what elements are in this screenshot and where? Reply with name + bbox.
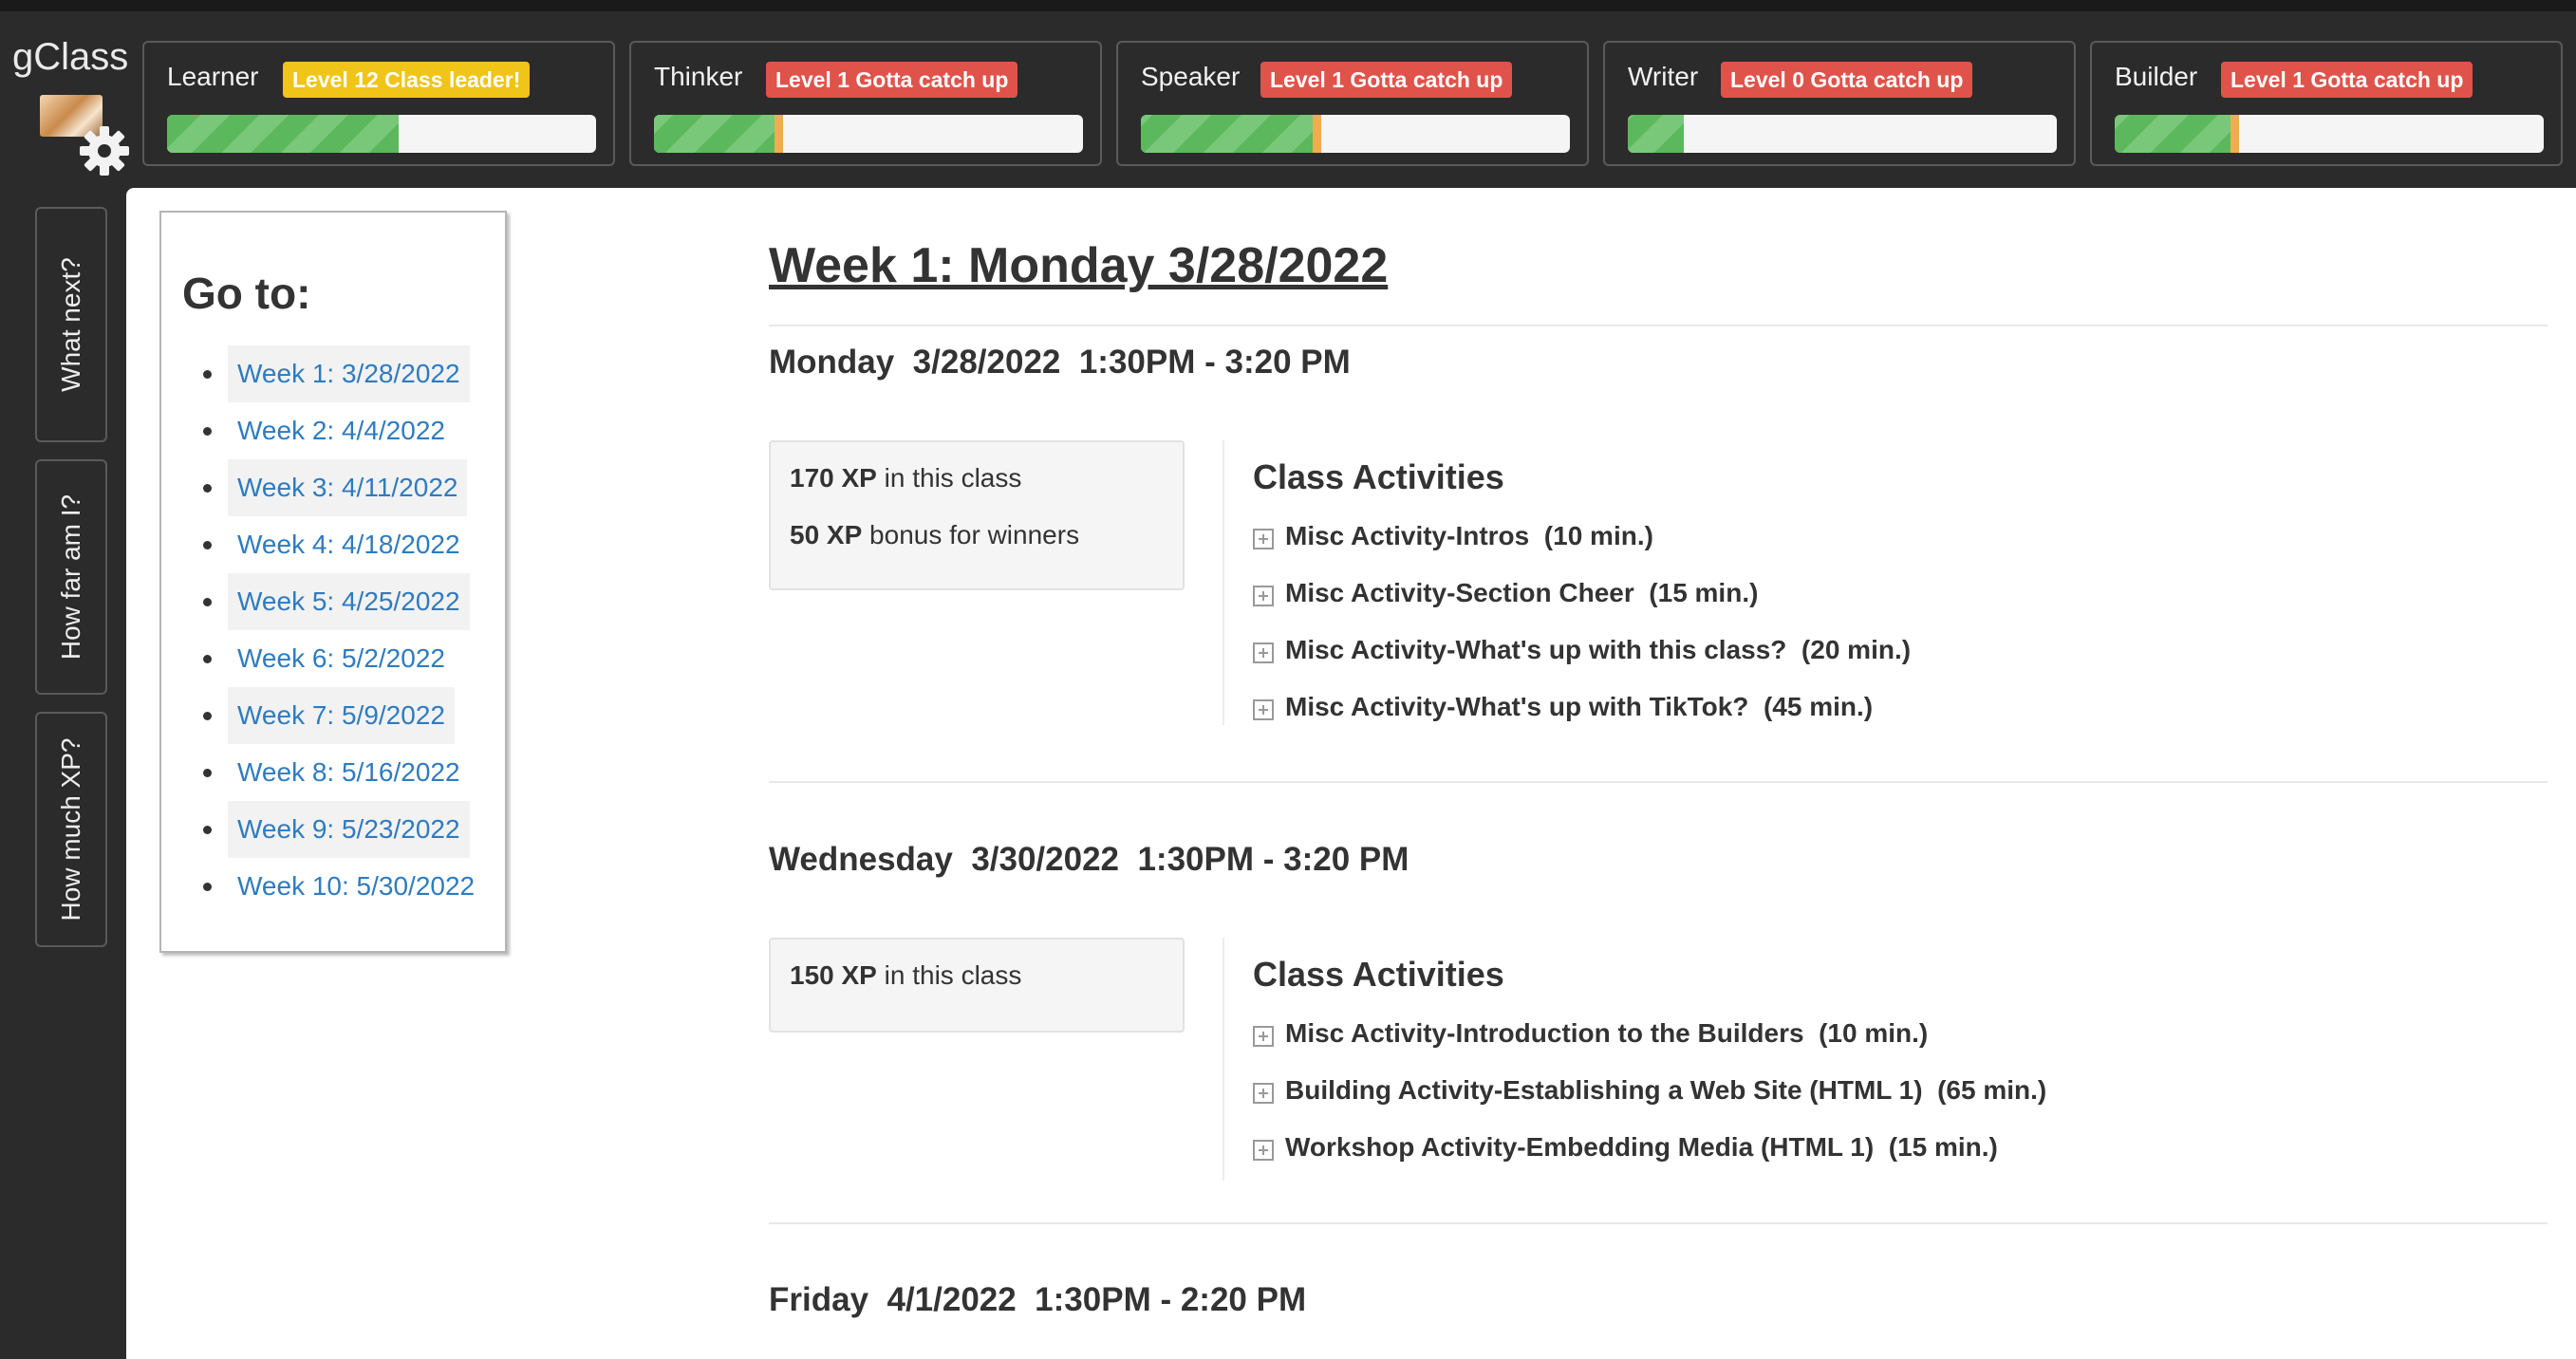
skill-name: Thinker — [654, 62, 743, 91]
xp-line: 170 XP in this class — [790, 463, 1021, 493]
xp-line: 150 XP in this class — [790, 960, 1021, 991]
goto-panel: Go to: Week 1: 3/28/2022 Week 2: 4/4/202… — [159, 211, 507, 953]
skill-name: Learner — [167, 62, 259, 91]
divider — [1223, 440, 1224, 725]
level-badge: Level 1 Gotta catch up — [1260, 62, 1513, 98]
list-item: Week 5: 4/25/2022 — [161, 573, 509, 630]
tab-how-much-xp[interactable]: How much XP? — [35, 712, 107, 947]
progress-bar — [1141, 115, 1570, 153]
list-item: Week 1: 3/28/2022 — [161, 345, 509, 402]
progress-fill — [654, 115, 783, 153]
xp-line: 50 XP bonus for winners — [790, 520, 1079, 550]
skill-card-builder[interactable]: Builder Level 1 Gotta catch up — [2090, 41, 2563, 166]
activities-title: Class Activities — [1253, 955, 1504, 994]
list-item: Week 6: 5/2/2022 — [161, 630, 509, 687]
progress-marker — [2231, 115, 2240, 153]
level-badge: Level 12 Class leader! — [283, 62, 531, 98]
week-link[interactable]: Week 9: 5/23/2022 — [228, 801, 470, 858]
activity-label: Workshop Activity-Embedding Media (HTML … — [1285, 1132, 1998, 1162]
activity-label: Misc Activity-Introduction to the Builde… — [1285, 1018, 1929, 1048]
tab-how-far[interactable]: How far am I? — [35, 459, 107, 695]
progress-fill — [167, 115, 400, 153]
week-link[interactable]: Week 10: 5/30/2022 — [228, 858, 484, 915]
divider — [769, 1222, 2548, 1224]
skill-card-thinker[interactable]: Thinker Level 1 Gotta catch up — [629, 41, 1102, 166]
tab-label: What next? — [56, 257, 85, 392]
xp-amount: 170 XP — [790, 463, 877, 493]
divider — [769, 781, 2548, 783]
list-item: Week 2: 4/4/2022 — [161, 402, 509, 459]
day-heading: Wednesday 3/30/2022 1:30PM - 3:20 PM — [769, 841, 1409, 878]
day-heading: Monday 3/28/2022 1:30PM - 3:20 PM — [769, 344, 1351, 381]
skill-name: Builder — [2115, 62, 2198, 91]
week-link[interactable]: Week 5: 4/25/2022 — [228, 573, 470, 630]
progress-fill — [1628, 115, 1684, 153]
skill-card-learner[interactable]: Learner Level 12 Class leader! — [142, 41, 615, 166]
list-item: Week 10: 5/30/2022 — [161, 858, 509, 915]
week-link[interactable]: Week 1: 3/28/2022 — [228, 345, 470, 402]
activities-title: Class Activities — [1253, 457, 1504, 496]
expand-icon[interactable] — [1253, 1026, 1274, 1047]
progress-marker — [1312, 115, 1321, 153]
activity-label: Misc Activity-Intros (10 min.) — [1285, 521, 1653, 550]
gear-icon[interactable] — [78, 124, 131, 177]
xp-desc: in this class — [876, 960, 1022, 990]
expand-icon[interactable] — [1253, 529, 1274, 549]
tab-label: How much XP? — [56, 737, 85, 922]
divider — [1223, 938, 1224, 1181]
week-link[interactable]: Week 2: 4/4/2022 — [228, 402, 455, 459]
activity-label: Misc Activity-What's up with this class?… — [1285, 635, 1912, 664]
activity-label: Misc Activity-What's up with TikTok? (45… — [1285, 692, 1874, 721]
app-title: gClass — [12, 36, 129, 78]
xp-amount: 50 XP — [790, 520, 863, 549]
xp-desc: bonus for winners — [862, 520, 1080, 549]
progress-marker — [774, 115, 783, 153]
goto-title: Go to: — [182, 269, 311, 318]
activity-label: Building Activity-Establishing a Web Sit… — [1285, 1075, 2047, 1105]
expand-icon[interactable] — [1253, 1140, 1274, 1161]
skill-name: Speaker — [1141, 62, 1241, 91]
day-heading: Friday 4/1/2022 1:30PM - 2:20 PM — [769, 1281, 1307, 1318]
xp-box: 170 XP in this class 50 XP bonus for win… — [769, 440, 1185, 590]
week-links: Week 1: 3/28/2022 Week 2: 4/4/2022 Week … — [161, 345, 509, 915]
tab-what-next[interactable]: What next? — [35, 207, 107, 442]
skill-card-speaker[interactable]: Speaker Level 1 Gotta catch up — [1116, 41, 1589, 166]
progress-fill — [1141, 115, 1321, 153]
xp-amount: 150 XP — [790, 960, 877, 990]
list-item: Week 4: 4/18/2022 — [161, 516, 509, 573]
week-link[interactable]: Week 7: 5/9/2022 — [228, 687, 455, 744]
level-badge: Level 1 Gotta catch up — [766, 62, 1018, 98]
week-link[interactable]: Week 8: 5/16/2022 — [228, 744, 470, 801]
week-link[interactable]: Week 6: 5/2/2022 — [228, 630, 455, 687]
expand-icon[interactable] — [1253, 642, 1274, 663]
page-title: Week 1: Monday 3/28/2022 — [769, 238, 1389, 293]
week-link[interactable]: Week 3: 4/11/2022 — [228, 459, 468, 516]
skill-name: Writer — [1628, 62, 1699, 91]
level-badge: Level 1 Gotta catch up — [2221, 62, 2473, 98]
week-link[interactable]: Week 4: 4/18/2022 — [228, 516, 470, 573]
skill-card-writer[interactable]: Writer Level 0 Gotta catch up — [1603, 41, 2076, 166]
divider — [769, 325, 2548, 326]
progress-bar — [2115, 115, 2544, 153]
progress-fill — [2115, 115, 2240, 153]
expand-icon[interactable] — [1253, 586, 1274, 606]
list-item: Week 8: 5/16/2022 — [161, 744, 509, 801]
list-item: Week 3: 4/11/2022 — [161, 459, 509, 516]
progress-bar — [167, 115, 596, 153]
progress-bar — [1628, 115, 2057, 153]
level-badge: Level 0 Gotta catch up — [1721, 62, 1973, 98]
tab-label: How far am I? — [56, 493, 85, 661]
xp-box: 150 XP in this class — [769, 938, 1185, 1033]
list-item: Week 7: 5/9/2022 — [161, 687, 509, 744]
activity-label: Misc Activity-Section Cheer (15 min.) — [1285, 578, 1759, 607]
expand-icon[interactable] — [1253, 699, 1274, 720]
expand-icon[interactable] — [1253, 1083, 1274, 1104]
xp-desc: in this class — [876, 463, 1022, 493]
list-item: Week 9: 5/23/2022 — [161, 801, 509, 858]
progress-bar — [654, 115, 1083, 153]
top-strip — [0, 0, 2576, 11]
